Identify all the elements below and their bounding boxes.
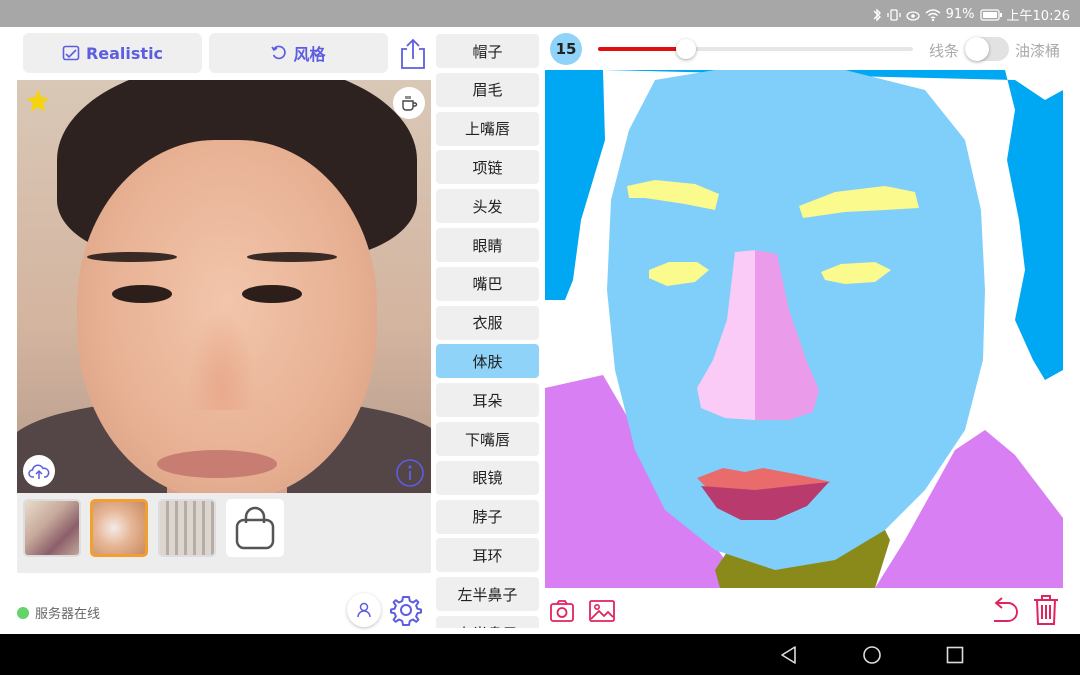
cloud-upload-icon <box>28 464 50 479</box>
brush-size-badge: 15 <box>550 33 582 65</box>
style-thumbnail[interactable] <box>158 499 216 557</box>
hair-region <box>545 70 605 300</box>
wifi-icon <box>925 8 941 21</box>
undo-icon[interactable] <box>988 596 1020 626</box>
realistic-button[interactable]: Realistic <box>23 33 202 73</box>
segmentation-map <box>545 70 1063 588</box>
style-thumbnail-selected[interactable] <box>90 499 148 557</box>
body-part-item[interactable]: 帽子 <box>436 34 539 68</box>
mode-toggle-knob <box>965 37 989 61</box>
photo-brow-right <box>247 252 337 262</box>
star-icon[interactable] <box>25 88 51 114</box>
photo-nose <box>187 310 257 410</box>
body-part-item[interactable]: 脖子 <box>436 499 539 534</box>
landscape-icon <box>62 45 80 61</box>
home-icon[interactable] <box>860 643 884 667</box>
body-part-item[interactable]: 嘴巴 <box>436 266 539 301</box>
coffee-cup-button[interactable] <box>393 87 425 119</box>
drawing-canvas[interactable] <box>545 70 1063 588</box>
body-part-item[interactable]: 项链 <box>436 150 539 185</box>
photo-eye-left <box>112 285 172 303</box>
shopping-bag-icon <box>235 506 275 550</box>
bucket-mode-label: 油漆桶 <box>1015 42 1061 60</box>
status-icons: 91% 上午10:26 <box>872 5 1070 24</box>
body-part-item[interactable]: 右半鼻子 <box>436 616 539 628</box>
photo-brow-left <box>87 252 177 262</box>
style-thumbnail[interactable] <box>23 499 81 557</box>
eye-comfort-icon <box>905 10 920 21</box>
battery-percent: 91% <box>945 7 975 22</box>
gear-icon <box>390 596 422 626</box>
user-button[interactable] <box>347 593 381 627</box>
body-part-item[interactable]: 上嘴唇 <box>436 111 539 146</box>
user-icon <box>357 602 371 618</box>
generated-photo <box>17 80 431 493</box>
slider-fill <box>598 47 687 51</box>
style-button[interactable]: 风格 <box>209 33 388 73</box>
line-mode-label: 线条 <box>929 42 960 60</box>
photo-eye-right <box>242 285 302 303</box>
trash-icon[interactable] <box>1032 594 1060 626</box>
body-part-item[interactable]: 左半鼻子 <box>436 577 539 612</box>
body-part-item[interactable]: 眼睛 <box>436 228 539 262</box>
body-part-item[interactable]: 眉毛 <box>436 72 539 107</box>
info-icon[interactable] <box>395 458 425 488</box>
body-part-item[interactable]: 头发 <box>436 189 539 224</box>
vibrate-icon <box>886 8 901 21</box>
navigation-bar <box>0 634 1080 675</box>
style-label: 风格 <box>293 45 326 64</box>
cloud-upload-button[interactable] <box>23 455 55 487</box>
body-part-item[interactable]: 耳朵 <box>436 383 539 418</box>
realistic-label: Realistic <box>85 43 164 63</box>
coffee-cup-icon <box>402 96 418 111</box>
slider-thumb[interactable] <box>676 39 697 59</box>
battery-icon <box>979 8 1002 21</box>
mode-toggle-switch[interactable] <box>965 37 1009 61</box>
server-status-dot <box>17 606 29 619</box>
recent-apps-icon[interactable] <box>943 643 967 667</box>
bluetooth-icon <box>873 7 881 22</box>
back-icon[interactable] <box>777 643 801 667</box>
camera-icon[interactable] <box>549 598 575 624</box>
image-icon[interactable] <box>588 598 616 624</box>
brush-size-slider[interactable] <box>598 38 913 60</box>
photo-mouth <box>157 450 277 478</box>
status-time: 上午10:26 <box>1006 9 1070 24</box>
body-part-list: 帽子眉毛上嘴唇项链头发眼睛嘴巴衣服体肤耳朵下嘴唇眼镜脖子耳环左半鼻子右半鼻子 <box>436 30 539 628</box>
share-icon[interactable] <box>397 37 429 71</box>
body-part-item[interactable]: 耳环 <box>436 538 539 573</box>
body-part-item-selected[interactable]: 体肤 <box>436 344 539 379</box>
body-part-item[interactable]: 下嘴唇 <box>436 422 539 456</box>
refresh-icon <box>271 45 287 60</box>
server-status: 服务器在线 <box>17 603 100 622</box>
body-part-item[interactable]: 眼镜 <box>436 460 539 495</box>
left-panel: Realistic 风格 服务器在线 <box>17 27 431 634</box>
shop-button[interactable] <box>226 499 284 557</box>
body-part-item[interactable]: 衣服 <box>436 305 539 340</box>
server-status-text: 服务器在线 <box>35 607 101 622</box>
status-bar: 91% 上午10:26 <box>0 0 1080 27</box>
thumbnail-strip <box>17 493 431 573</box>
settings-button[interactable] <box>389 593 423 627</box>
